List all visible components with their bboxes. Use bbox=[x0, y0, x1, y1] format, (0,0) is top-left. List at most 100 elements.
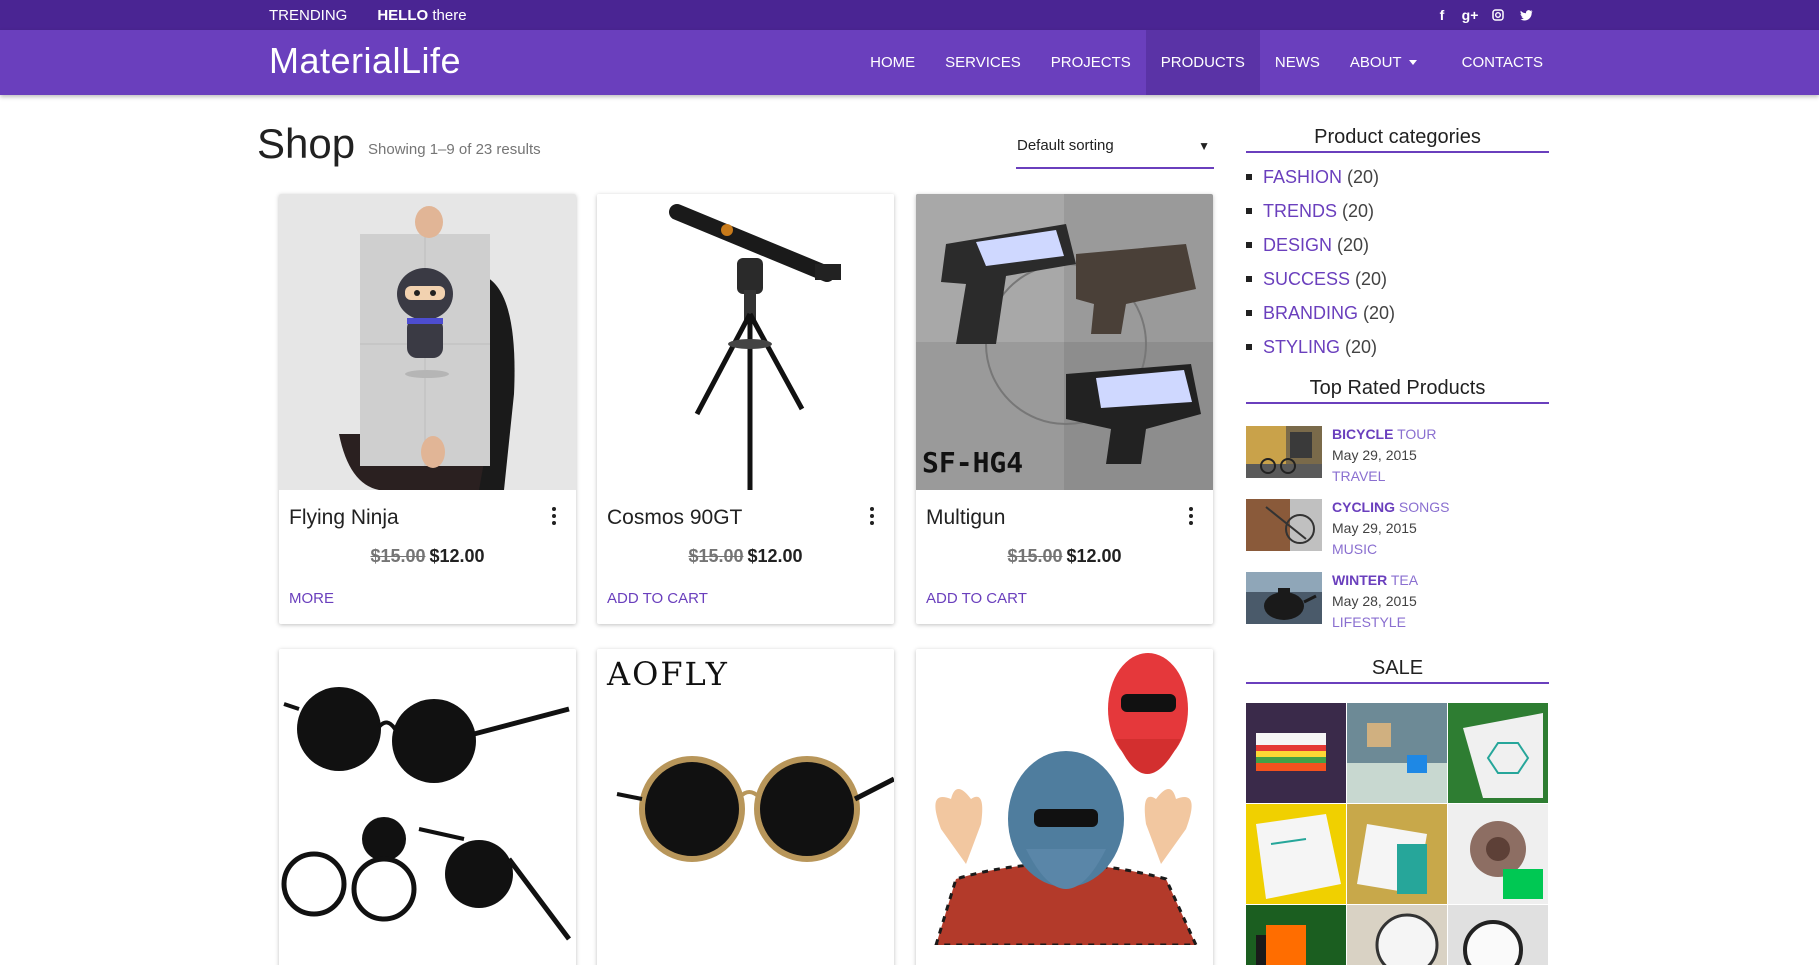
main-nav: HOME SERVICES PROJECTS PRODUCTS NEWS ABO… bbox=[855, 30, 1558, 95]
category-name[interactable]: STYLING bbox=[1263, 337, 1340, 358]
product-thumbnail[interactable] bbox=[1246, 426, 1322, 478]
bullet-icon bbox=[1246, 242, 1252, 248]
nav-contacts[interactable]: CONTACTS bbox=[1432, 30, 1558, 95]
category-name[interactable]: TRENDS bbox=[1263, 201, 1337, 222]
top-rated-list: BICYCLE TOUR May 29, 2015 TRAVEL CYCLING… bbox=[1246, 424, 1549, 643]
product-image[interactable] bbox=[916, 649, 1213, 945]
product-image[interactable]: SF-HG4 bbox=[916, 194, 1213, 490]
main-header: MaterialLife HOME SERVICES PROJECTS PROD… bbox=[0, 30, 1819, 95]
product-image-label: SF-HG4 bbox=[922, 446, 1024, 479]
product-title-rest[interactable]: SONGS bbox=[1395, 499, 1450, 515]
product-title-bold[interactable]: BICYCLE bbox=[1332, 426, 1393, 442]
category-count: (20) bbox=[1363, 302, 1396, 323]
product-title-bold[interactable]: CYCLING bbox=[1332, 499, 1395, 515]
sale-image[interactable] bbox=[1448, 703, 1548, 803]
instagram-icon[interactable] bbox=[1491, 9, 1505, 21]
product-card[interactable]: SF-HG4 Multigun $15.00 $12.00 ADD TO CART bbox=[916, 194, 1213, 624]
nav-about[interactable]: ABOUT bbox=[1335, 30, 1432, 95]
category-name[interactable]: FASHION bbox=[1263, 167, 1342, 188]
top-rated-item[interactable]: WINTER TEA May 28, 2015 LIFESTYLE bbox=[1246, 570, 1549, 643]
product-name[interactable]: Flying Ninja bbox=[289, 506, 399, 530]
nav-projects[interactable]: PROJECTS bbox=[1036, 30, 1146, 95]
more-options-icon[interactable] bbox=[870, 507, 874, 525]
bullet-icon bbox=[1246, 276, 1252, 282]
product-card[interactable] bbox=[279, 649, 576, 965]
sorting-select[interactable]: Default sorting ▼ bbox=[1016, 130, 1214, 169]
product-title-bold[interactable]: WINTER bbox=[1332, 572, 1387, 588]
product-name[interactable]: Cosmos 90GT bbox=[607, 506, 742, 530]
old-price: $15.00 bbox=[688, 546, 744, 566]
add-to-cart-button[interactable]: ADD TO CART bbox=[926, 590, 1027, 607]
product-card[interactable]: Flying Ninja $15.00 $12.00 MORE bbox=[279, 194, 576, 624]
product-card[interactable] bbox=[916, 649, 1213, 965]
product-card[interactable]: AOFLY bbox=[597, 649, 894, 965]
product-title-rest[interactable]: TEA bbox=[1387, 572, 1418, 588]
sale-image[interactable] bbox=[1347, 804, 1447, 904]
top-bar-left: TRENDING HELLO there bbox=[269, 0, 467, 30]
nav-contacts-label: CONTACTS bbox=[1461, 54, 1543, 71]
google-plus-icon[interactable]: g+ bbox=[1462, 7, 1479, 23]
category-name[interactable]: DESIGN bbox=[1263, 235, 1332, 256]
facebook-icon[interactable]: f bbox=[1435, 7, 1449, 23]
nav-products-label: PRODUCTS bbox=[1160, 54, 1245, 71]
nav-about-label: ABOUT bbox=[1349, 54, 1402, 71]
product-price: $15.00 $12.00 bbox=[916, 546, 1213, 567]
top-rated-item[interactable]: BICYCLE TOUR May 29, 2015 TRAVEL bbox=[1246, 424, 1549, 497]
product-title-rest[interactable]: TOUR bbox=[1393, 426, 1436, 442]
product-image-label: AOFLY bbox=[607, 655, 729, 693]
sale-gallery bbox=[1246, 703, 1548, 965]
nav-products[interactable]: PRODUCTS bbox=[1145, 30, 1260, 95]
product-card[interactable]: Cosmos 90GT $15.00 $12.00 ADD TO CART bbox=[597, 194, 894, 624]
sale-image[interactable] bbox=[1246, 905, 1346, 965]
category-name[interactable]: BRANDING bbox=[1263, 303, 1358, 324]
product-price: $15.00 $12.00 bbox=[597, 546, 894, 567]
nav-services[interactable]: SERVICES bbox=[930, 30, 1036, 95]
hello-rest: there bbox=[428, 6, 467, 24]
social-links: f g+ bbox=[1435, 0, 1533, 30]
more-button[interactable]: MORE bbox=[289, 590, 334, 607]
sale-image[interactable] bbox=[1448, 905, 1548, 965]
product-thumbnail[interactable] bbox=[1246, 572, 1322, 624]
sale-image[interactable] bbox=[1347, 703, 1447, 803]
sale-image[interactable] bbox=[1246, 804, 1346, 904]
category-item[interactable]: SUCCESS (20) bbox=[1246, 262, 1549, 296]
product-tag[interactable]: LIFESTYLE bbox=[1332, 612, 1418, 633]
product-name[interactable]: Multigun bbox=[926, 506, 1005, 530]
sale-title: SALE bbox=[1246, 657, 1549, 684]
result-count: Showing 1–9 of 23 results bbox=[368, 141, 541, 158]
sale-image[interactable] bbox=[1347, 905, 1447, 965]
product-image[interactable]: AOFLY bbox=[597, 649, 894, 965]
sale-image[interactable] bbox=[1246, 703, 1346, 803]
product-date: May 29, 2015 bbox=[1332, 447, 1417, 463]
nav-home[interactable]: HOME bbox=[855, 30, 930, 95]
product-image[interactable] bbox=[279, 194, 576, 490]
sale-image[interactable] bbox=[1448, 804, 1548, 904]
category-count: (20) bbox=[1342, 200, 1375, 221]
more-options-icon[interactable] bbox=[1189, 507, 1193, 525]
bullet-icon bbox=[1246, 344, 1252, 350]
nav-news[interactable]: NEWS bbox=[1260, 30, 1335, 95]
page-title: Shop bbox=[257, 120, 356, 167]
category-name[interactable]: SUCCESS bbox=[1263, 269, 1350, 290]
category-item[interactable]: DESIGN (20) bbox=[1246, 228, 1549, 262]
nav-projects-label: PROJECTS bbox=[1050, 54, 1131, 71]
product-tag[interactable]: MUSIC bbox=[1332, 539, 1449, 560]
hello-bold: HELLO bbox=[377, 6, 429, 24]
sorting-value: Default sorting bbox=[1017, 137, 1114, 154]
add-to-cart-button[interactable]: ADD TO CART bbox=[607, 590, 708, 607]
twitter-icon[interactable] bbox=[1519, 9, 1533, 21]
category-item[interactable]: TRENDS (20) bbox=[1246, 194, 1549, 228]
category-item[interactable]: BRANDING (20) bbox=[1246, 296, 1549, 330]
category-item[interactable]: FASHION (20) bbox=[1246, 160, 1549, 194]
product-image[interactable] bbox=[597, 194, 894, 490]
product-image[interactable] bbox=[279, 649, 576, 965]
more-options-icon[interactable] bbox=[552, 507, 556, 525]
site-logo[interactable]: MaterialLife bbox=[269, 40, 461, 82]
trending-label[interactable]: TRENDING bbox=[269, 7, 347, 24]
product-date: May 28, 2015 bbox=[1332, 593, 1417, 609]
category-count: (20) bbox=[1345, 336, 1378, 357]
product-thumbnail[interactable] bbox=[1246, 499, 1322, 551]
product-tag[interactable]: TRAVEL bbox=[1332, 466, 1437, 487]
top-rated-item[interactable]: CYCLING SONGS May 29, 2015 MUSIC bbox=[1246, 497, 1549, 570]
category-item[interactable]: STYLING (20) bbox=[1246, 330, 1549, 364]
